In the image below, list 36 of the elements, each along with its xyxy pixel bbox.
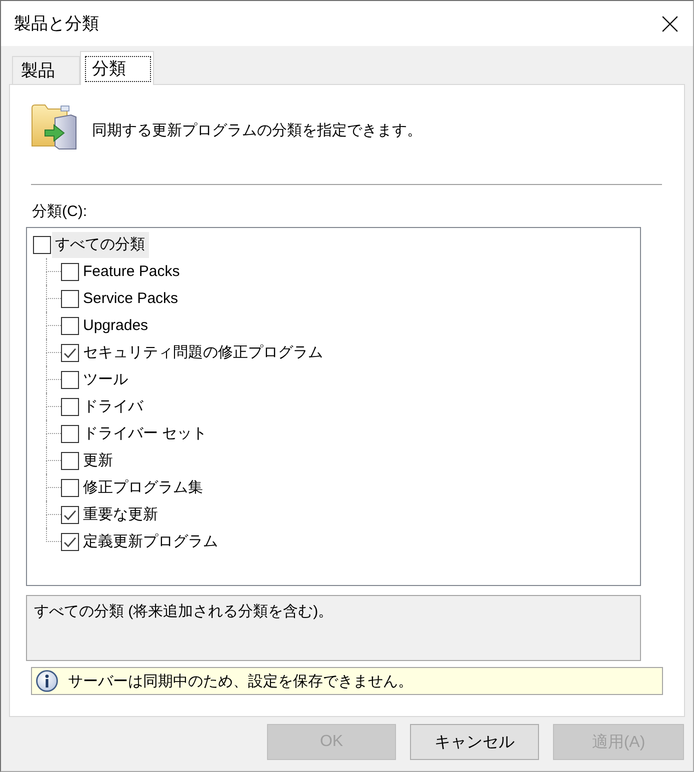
window-title: 製品と分類 (13, 13, 100, 35)
folder-icon (31, 102, 77, 150)
checkbox[interactable] (61, 344, 79, 362)
tree-item[interactable]: ドライバー セット (80, 420, 212, 446)
dialog-button[interactable]: キャンセル (410, 724, 539, 760)
checkbox[interactable] (61, 290, 79, 308)
tab[interactable]: 分類 (80, 51, 154, 85)
tree-item[interactable]: 更新 (80, 448, 117, 474)
tree-item[interactable]: ツール (80, 366, 132, 392)
tree-item[interactable]: Upgrades (80, 312, 152, 338)
description-panel: すべての分類 (将来追加される分類を含む)。 (26, 595, 641, 661)
checkbox[interactable] (61, 424, 79, 442)
info-message: サーバーは同期中のため、設定を保存できません。 (68, 672, 413, 690)
header-text: 同期する更新プログラムの分類を指定できます。 (92, 120, 422, 140)
checkbox[interactable] (61, 506, 79, 524)
checkbox[interactable] (61, 532, 79, 550)
checkbox[interactable] (61, 452, 79, 470)
checkbox[interactable] (33, 236, 51, 254)
checkbox[interactable] (61, 262, 79, 280)
tree-label: 分類(C): (32, 202, 87, 222)
tree-item[interactable]: ドライバ (80, 394, 147, 420)
checkbox[interactable] (61, 478, 79, 496)
info-icon (36, 670, 58, 692)
tree-view[interactable]: すべての分類 Feature Packs Service Packs Upgrades セキュリティ問題の修正プログラム ツール ドライバ ドライバー セット 更新 修正プログラム集 重要な更新 定義更新プログラム (26, 227, 641, 586)
tree-item[interactable]: 重要な更新 (80, 502, 162, 528)
close-icon (662, 16, 678, 32)
tree-item[interactable]: すべての分類 (52, 232, 149, 258)
tree-item[interactable]: 定義更新プログラム (80, 528, 222, 554)
checkbox[interactable] (61, 370, 79, 388)
tree-item[interactable]: Service Packs (80, 286, 182, 312)
checkbox[interactable] (61, 398, 79, 416)
tree-item[interactable]: 修正プログラム集 (80, 474, 207, 500)
tree-item[interactable]: Feature Packs (80, 258, 184, 284)
tab[interactable]: 製品 (12, 56, 80, 84)
tree-item[interactable]: セキュリティ問題の修正プログラム (80, 340, 327, 366)
checkbox[interactable] (61, 316, 79, 334)
